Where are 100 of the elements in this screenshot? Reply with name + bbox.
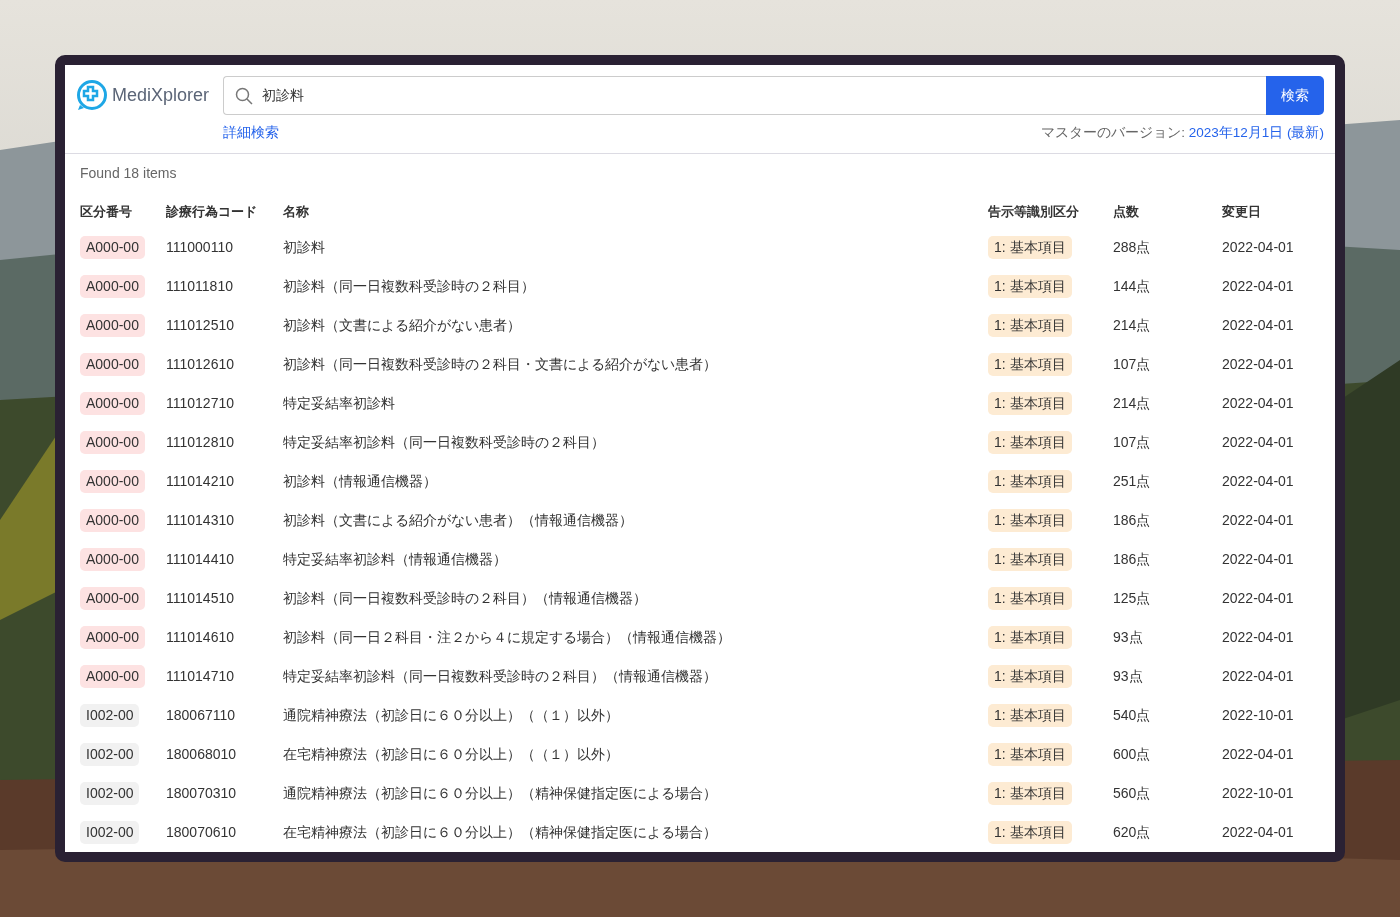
date-cell: 2022-10-01 (1222, 707, 1294, 724)
code-cell: 111014310 (166, 512, 234, 529)
name-cell: 初診料（文書による紹介がない患者）（情報通信機器） (283, 512, 633, 529)
section-tag: I002-00 (80, 782, 140, 806)
section-tag: A000-00 (80, 587, 145, 611)
name-cell: 初診料（同一日２科目・注２から４に規定する場合）（情報通信機器） (283, 629, 731, 646)
logo-text: MediXplorer (112, 83, 210, 107)
category-tag: 1: 基本項目 (988, 236, 1072, 260)
name-cell: 在宅精神療法（初診日に６０分以上）（（１）以外） (283, 746, 619, 763)
date-cell: 2022-04-01 (1222, 512, 1294, 529)
category-tag: 1: 基本項目 (988, 587, 1072, 611)
name-cell: 通院精神療法（初診日に６０分以上）（（１）以外） (283, 707, 619, 724)
name-cell: 初診料 (283, 239, 325, 256)
column-header: 名称 (283, 203, 309, 219)
code-cell: 111014710 (166, 668, 234, 685)
code-cell: 111012810 (166, 434, 234, 451)
name-cell: 特定妥結率初診料（情報通信機器） (283, 551, 507, 568)
date-cell: 2022-04-01 (1222, 590, 1294, 607)
points-cell: 600点 (1113, 746, 1151, 763)
section-tag: A000-00 (80, 353, 145, 377)
points-cell: 288点 (1113, 239, 1151, 256)
name-cell: 特定妥結率初診料（同一日複数科受診時の２科目）（情報通信機器） (283, 668, 717, 685)
name-cell: 在宅精神療法（初診日に６０分以上）（精神保健指定医による場合） (283, 824, 717, 841)
points-cell: 93点 (1113, 668, 1143, 685)
section-tag: A000-00 (80, 431, 145, 455)
points-cell: 107点 (1113, 356, 1151, 373)
section-tag: A000-00 (80, 392, 145, 416)
category-tag: 1: 基本項目 (988, 314, 1072, 338)
section-tag: I002-00 (80, 821, 140, 845)
category-tag: 1: 基本項目 (988, 626, 1072, 650)
code-cell: 111012610 (166, 356, 234, 373)
code-cell: 180068010 (166, 746, 237, 763)
code-cell: 180070310 (166, 785, 237, 802)
column-header: 変更日 (1222, 203, 1261, 219)
date-cell: 2022-04-01 (1222, 356, 1294, 373)
category-tag: 1: 基本項目 (988, 509, 1072, 533)
column-header: 診療行為コード (166, 203, 257, 219)
result-count: Found 18 items (80, 165, 177, 182)
name-cell: 特定妥結率初診料（同一日複数科受診時の２科目） (283, 434, 605, 451)
date-cell: 2022-04-01 (1222, 239, 1294, 256)
category-tag: 1: 基本項目 (988, 665, 1072, 689)
version-link[interactable]: 2023年12月1日 (最新) (1188, 123, 1324, 144)
category-tag: 1: 基本項目 (988, 353, 1072, 377)
code-cell: 111000110 (166, 239, 233, 256)
search-icon (235, 87, 253, 105)
section-tag: A000-00 (80, 470, 145, 494)
name-cell: 初診料（同一日複数科受診時の２科目）（情報通信機器） (283, 590, 647, 607)
date-cell: 2022-04-01 (1222, 473, 1294, 490)
code-cell: 111014610 (166, 629, 234, 646)
points-cell: 93点 (1113, 629, 1143, 646)
code-cell: 180067110 (166, 707, 236, 724)
name-cell: 初診料（情報通信機器） (283, 473, 437, 490)
search-field[interactable]: 初診料 (223, 76, 1266, 115)
code-cell: 111014510 (166, 590, 234, 607)
category-tag: 1: 基本項目 (988, 704, 1072, 728)
section-tag: A000-00 (80, 626, 145, 650)
date-cell: 2022-04-01 (1222, 551, 1294, 568)
section-tag: A000-00 (80, 548, 145, 572)
code-cell: 111014210 (166, 473, 234, 490)
date-cell: 2022-04-01 (1222, 824, 1294, 841)
version-label: マスターのバージョン: (1041, 124, 1186, 142)
advanced-search-link[interactable]: 詳細検索 (223, 123, 279, 144)
points-cell: 107点 (1113, 434, 1151, 451)
column-header: 区分番号 (80, 203, 132, 219)
category-tag: 1: 基本項目 (988, 275, 1072, 299)
code-cell: 111014410 (166, 551, 234, 568)
category-tag: 1: 基本項目 (988, 548, 1072, 572)
section-tag: I002-00 (80, 743, 140, 767)
section-tag: A000-00 (80, 275, 145, 299)
date-cell: 2022-04-01 (1222, 317, 1294, 334)
points-cell: 540点 (1113, 707, 1151, 724)
points-cell: 144点 (1113, 278, 1151, 295)
search-button[interactable]: 検索 (1266, 76, 1324, 115)
points-cell: 251点 (1113, 473, 1151, 490)
category-tag: 1: 基本項目 (988, 821, 1072, 845)
name-cell: 初診料（文書による紹介がない患者） (283, 317, 521, 334)
date-cell: 2022-04-01 (1222, 278, 1294, 295)
points-cell: 620点 (1113, 824, 1151, 841)
name-cell: 特定妥結率初診料 (283, 395, 395, 412)
points-cell: 125点 (1113, 590, 1151, 607)
section-tag: A000-00 (80, 665, 145, 689)
date-cell: 2022-04-01 (1222, 395, 1294, 412)
date-cell: 2022-04-01 (1222, 668, 1294, 685)
section-tag: A000-00 (80, 236, 145, 260)
code-cell: 111012510 (166, 317, 234, 334)
points-cell: 214点 (1113, 317, 1151, 334)
name-cell: 初診料（同一日複数科受診時の２科目・文書による紹介がない患者） (283, 356, 717, 373)
column-header: 点数 (1113, 203, 1139, 219)
date-cell: 2022-10-01 (1222, 785, 1294, 802)
logo-icon (76, 79, 108, 111)
code-cell: 111011810 (166, 278, 233, 295)
name-cell: 通院精神療法（初診日に６０分以上）（精神保健指定医による場合） (283, 785, 717, 802)
section-tag: I002-00 (80, 704, 140, 728)
date-cell: 2022-04-01 (1222, 629, 1294, 646)
name-cell: 初診料（同一日複数科受診時の２科目） (283, 278, 535, 295)
points-cell: 186点 (1113, 551, 1151, 568)
points-cell: 214点 (1113, 395, 1151, 412)
code-cell: 180070610 (166, 824, 237, 841)
category-tag: 1: 基本項目 (988, 392, 1072, 416)
section-tag: A000-00 (80, 509, 145, 533)
